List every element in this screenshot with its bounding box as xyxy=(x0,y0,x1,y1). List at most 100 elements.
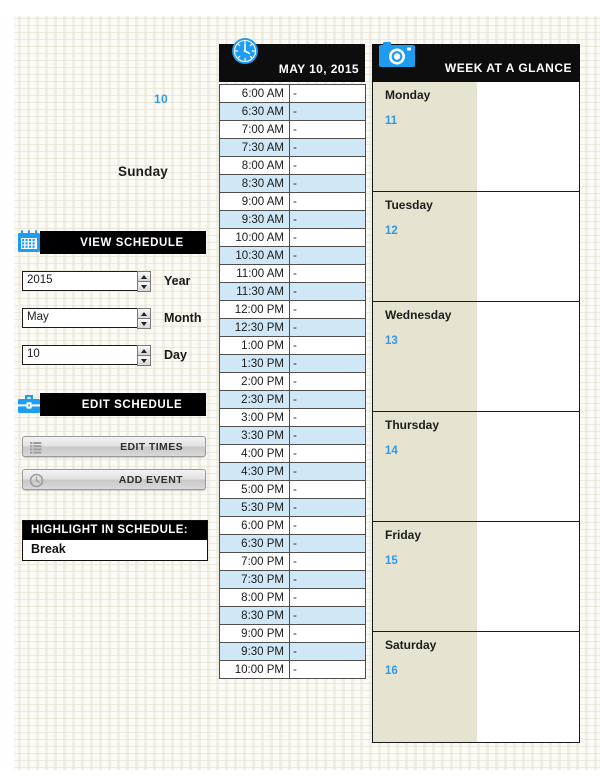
week-day-label-cell: Saturday 16 xyxy=(373,632,477,742)
time-slot-entry[interactable]: - xyxy=(289,372,366,391)
time-slot-entry[interactable]: - xyxy=(289,354,366,373)
time-slot-row[interactable]: 10:00 AM - xyxy=(219,228,366,247)
time-slot-row[interactable]: 2:00 PM - xyxy=(219,372,366,391)
time-slot-row[interactable]: 7:30 PM - xyxy=(219,570,366,589)
time-slot-entry[interactable]: - xyxy=(289,570,366,589)
time-slot-label: 6:00 PM xyxy=(219,516,290,535)
time-slot-row[interactable]: 7:00 AM - xyxy=(219,120,366,139)
time-slot-row[interactable]: 3:00 PM - xyxy=(219,408,366,427)
add-event-button[interactable]: ADD EVENT xyxy=(22,469,206,490)
time-slot-row[interactable]: 8:30 AM - xyxy=(219,174,366,193)
time-slot-entry[interactable]: - xyxy=(289,318,366,337)
sheet-top-edge xyxy=(0,0,600,16)
time-slot-row[interactable]: 9:00 PM - xyxy=(219,624,366,643)
time-slot-row[interactable]: 6:00 PM - xyxy=(219,516,366,535)
month-stepper-up[interactable] xyxy=(137,308,151,319)
day-stepper-down[interactable] xyxy=(137,356,151,366)
camera-icon xyxy=(376,36,420,74)
time-slot-entry[interactable]: - xyxy=(289,246,366,265)
time-slot-row[interactable]: 8:30 PM - xyxy=(219,606,366,625)
time-slot-row[interactable]: 8:00 PM - xyxy=(219,588,366,607)
time-slot-row[interactable]: 9:30 AM - xyxy=(219,210,366,229)
time-slot-row[interactable]: 2:30 PM - xyxy=(219,390,366,409)
day-stepper[interactable] xyxy=(137,345,151,366)
time-slot-entry[interactable]: - xyxy=(289,156,366,175)
week-day-notes[interactable] xyxy=(477,412,579,521)
time-slot-row[interactable]: 5:30 PM - xyxy=(219,498,366,517)
time-slot-entry[interactable]: - xyxy=(289,642,366,661)
time-slot-row[interactable]: 6:00 AM - xyxy=(219,84,366,103)
time-slot-entry[interactable]: - xyxy=(289,516,366,535)
time-slot-entry[interactable]: - xyxy=(289,300,366,319)
time-slot-entry[interactable]: - xyxy=(289,426,366,445)
left-sidebar: 10 Sunday VIEW SCHEDULE 2015 Year May Mo… xyxy=(14,30,214,561)
highlight-in-schedule: HIGHLIGHT IN SCHEDULE: Break xyxy=(22,520,208,561)
time-slot-entry[interactable]: - xyxy=(289,588,366,607)
time-slot-row[interactable]: 3:30 PM - xyxy=(219,426,366,445)
time-slot-row[interactable]: 12:00 PM - xyxy=(219,300,366,319)
time-slot-entry[interactable]: - xyxy=(289,552,366,571)
time-slot-entry[interactable]: - xyxy=(289,174,366,193)
edit-times-label: EDIT TIMES xyxy=(120,440,183,453)
time-slot-row[interactable]: 6:30 AM - xyxy=(219,102,366,121)
year-stepper[interactable] xyxy=(137,271,151,292)
week-day-notes[interactable] xyxy=(477,82,579,191)
time-slot-row[interactable]: 7:30 AM - xyxy=(219,138,366,157)
time-slot-row[interactable]: 1:30 PM - xyxy=(219,354,366,373)
week-day-notes[interactable] xyxy=(477,192,579,301)
year-label: Year xyxy=(164,274,191,288)
time-slot-entry[interactable]: - xyxy=(289,534,366,553)
time-slot-row[interactable]: 11:30 AM - xyxy=(219,282,366,301)
week-day-notes[interactable] xyxy=(477,522,579,631)
time-slot-entry[interactable]: - xyxy=(289,282,366,301)
time-slot-row[interactable]: 1:00 PM - xyxy=(219,336,366,355)
time-slot-entry[interactable]: - xyxy=(289,138,366,157)
time-slot-entry[interactable]: - xyxy=(289,606,366,625)
time-slot-entry[interactable]: - xyxy=(289,624,366,643)
time-slot-entry[interactable]: - xyxy=(289,210,366,229)
year-stepper-up[interactable] xyxy=(137,271,151,282)
list-icon xyxy=(29,440,44,455)
time-slot-row[interactable]: 7:00 PM - xyxy=(219,552,366,571)
time-slot-entry[interactable]: - xyxy=(289,192,366,211)
time-slot-row[interactable]: 4:00 PM - xyxy=(219,444,366,463)
week-day-notes[interactable] xyxy=(477,632,579,742)
time-slot-row[interactable]: 8:00 AM - xyxy=(219,156,366,175)
time-slot-entry[interactable]: - xyxy=(289,84,366,103)
time-slot-entry[interactable]: - xyxy=(289,444,366,463)
time-slot-row[interactable]: 6:30 PM - xyxy=(219,534,366,553)
time-slot-row[interactable]: 9:00 AM - xyxy=(219,192,366,211)
time-slot-entry[interactable]: - xyxy=(289,120,366,139)
month-stepper-down[interactable] xyxy=(137,319,151,329)
month-stepper[interactable] xyxy=(137,308,151,329)
highlight-value[interactable]: Break xyxy=(23,540,207,560)
time-slot-row[interactable]: 9:30 PM - xyxy=(219,642,366,661)
day-input[interactable]: 10 xyxy=(22,345,151,366)
time-slot-label: 11:30 AM xyxy=(219,282,290,301)
year-input[interactable]: 2015 xyxy=(22,271,151,292)
calendar-icon xyxy=(14,227,44,257)
time-slot-entry[interactable]: - xyxy=(289,462,366,481)
time-slot-row[interactable]: 10:30 AM - xyxy=(219,246,366,265)
week-day-notes[interactable] xyxy=(477,302,579,411)
time-slot-label: 2:30 PM xyxy=(219,390,290,409)
day-stepper-up[interactable] xyxy=(137,345,151,356)
time-slot-row[interactable]: 5:00 PM - xyxy=(219,480,366,499)
time-slot-row[interactable]: 11:00 AM - xyxy=(219,264,366,283)
time-slot-row[interactable]: 4:30 PM - xyxy=(219,462,366,481)
time-slot-entry[interactable]: - xyxy=(289,228,366,247)
time-slot-entry[interactable]: - xyxy=(289,102,366,121)
edit-times-button[interactable]: EDIT TIMES xyxy=(22,436,206,457)
time-slot-row[interactable]: 10:00 PM - xyxy=(219,660,366,679)
time-slot-entry[interactable]: - xyxy=(289,408,366,427)
time-slot-entry[interactable]: - xyxy=(289,498,366,517)
time-slot-entry[interactable]: - xyxy=(289,660,366,679)
time-slot-entry[interactable]: - xyxy=(289,264,366,283)
time-slot-entry[interactable]: - xyxy=(289,336,366,355)
month-input[interactable]: May xyxy=(22,308,151,329)
week-day-number: 13 xyxy=(385,335,398,347)
time-slot-entry[interactable]: - xyxy=(289,480,366,499)
time-slot-entry[interactable]: - xyxy=(289,390,366,409)
year-stepper-down[interactable] xyxy=(137,282,151,292)
time-slot-row[interactable]: 12:30 PM - xyxy=(219,318,366,337)
